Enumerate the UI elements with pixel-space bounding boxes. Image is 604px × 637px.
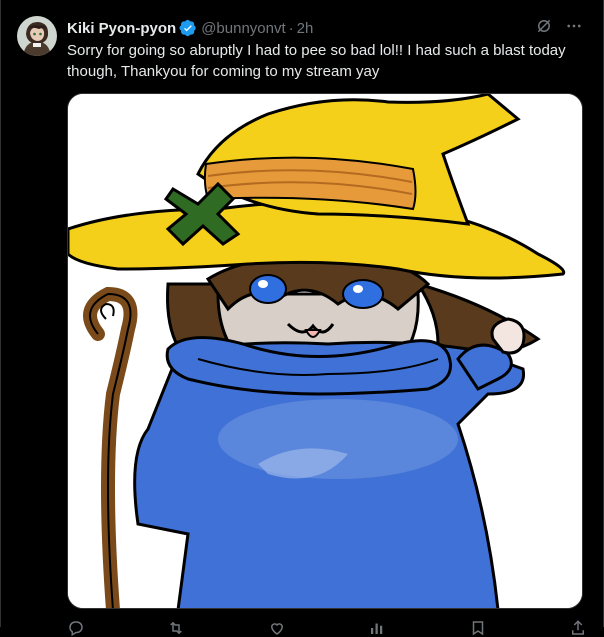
tweet[interactable]: Kiki Pyon-pyon @bunnyonvt · 2h Sorry for… [0,0,604,637]
avatar[interactable] [17,16,57,56]
share-icon[interactable] [569,619,587,637]
author-name[interactable]: Kiki Pyon-pyon [67,20,176,37]
grok-icon[interactable] [534,16,554,36]
retweet-icon[interactable] [167,619,185,637]
views-icon[interactable] [368,619,386,637]
wizard-drawing [68,94,582,608]
like-icon[interactable] [268,619,286,637]
author-handle[interactable]: @bunnyonvt [201,20,285,37]
tweet-text: Sorry for going so abruptly I had to pee… [67,42,566,80]
header-actions [534,16,584,36]
avatar-image [17,16,57,56]
tweet-actions [67,619,587,637]
more-icon[interactable] [564,16,584,36]
tweet-media-image[interactable] [67,93,583,609]
bookmark-icon[interactable] [469,619,487,637]
verified-badge-icon [179,19,197,37]
separator-dot: · [288,19,294,37]
reply-icon[interactable] [67,619,85,637]
tweet-header: Kiki Pyon-pyon @bunnyonvt · 2h [67,18,588,38]
timestamp[interactable]: 2h [297,20,314,37]
